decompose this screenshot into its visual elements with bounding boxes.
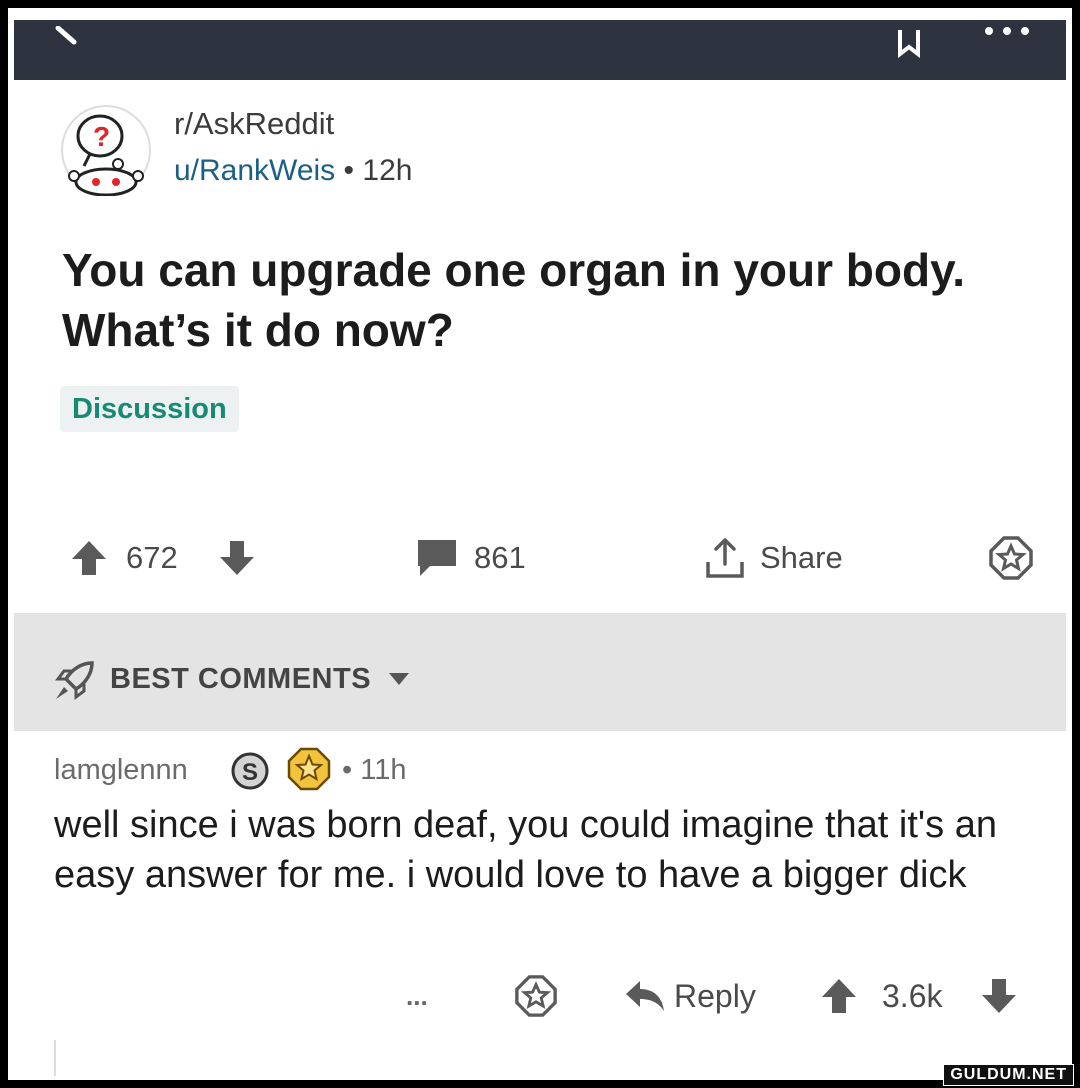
chevron-down-icon[interactable] bbox=[388, 672, 410, 686]
comment-thread-line bbox=[54, 1040, 56, 1076]
award-button[interactable] bbox=[988, 528, 1034, 588]
award-star-icon bbox=[989, 536, 1033, 580]
downvote-button[interactable] bbox=[218, 528, 256, 588]
reply-arrow-icon bbox=[626, 981, 664, 1011]
post-score: 672 bbox=[126, 540, 178, 575]
silver-award-letter: S bbox=[242, 759, 258, 786]
comment-action-bar: ... Reply 3.6k bbox=[8, 968, 1072, 1024]
bookmark-icon[interactable] bbox=[894, 30, 924, 58]
comment-meta: • 11h bbox=[342, 754, 406, 787]
svg-text:?: ? bbox=[93, 121, 110, 152]
downvote-arrow-icon bbox=[982, 979, 1016, 1013]
comment-reply-button[interactable]: Reply bbox=[624, 968, 756, 1024]
upvote-arrow-icon bbox=[72, 541, 106, 575]
meta-separator: • bbox=[343, 154, 355, 187]
comment-author[interactable]: lamglennn bbox=[54, 754, 188, 787]
silver-award-icon[interactable]: S bbox=[230, 751, 270, 791]
post-meta: u/RankWeis • 12h bbox=[174, 154, 412, 188]
post-age: 12h bbox=[362, 154, 413, 187]
upvote-button[interactable] bbox=[70, 528, 108, 588]
comments-button[interactable] bbox=[416, 528, 458, 588]
comment-score: 3.6k bbox=[882, 977, 943, 1014]
comment-body: well since i was born deaf, you could im… bbox=[54, 804, 997, 896]
comment-sort-label[interactable]: BEST COMMENTS bbox=[110, 663, 371, 696]
subreddit-avatar-icon[interactable]: ? bbox=[60, 104, 152, 196]
share-button[interactable] bbox=[704, 528, 746, 588]
watermark: GULDUM.NET bbox=[943, 1064, 1074, 1086]
reply-label: Reply bbox=[674, 977, 756, 1014]
comment-upvote-button[interactable] bbox=[820, 968, 858, 1024]
post-action-bar: 672 861 Share bbox=[8, 528, 1072, 588]
comment-bubble-icon bbox=[418, 540, 456, 576]
share-icon bbox=[706, 538, 744, 578]
comment-more-button[interactable]: ... bbox=[406, 968, 428, 1024]
award-star-icon bbox=[515, 975, 557, 1017]
subreddit-name[interactable]: r/AskReddit bbox=[174, 106, 334, 142]
post-screen: ? r/AskReddit u/RankWeis • 12h You can u… bbox=[8, 8, 1072, 1080]
post-flair[interactable]: Discussion bbox=[60, 386, 239, 432]
rocket-icon bbox=[55, 661, 94, 700]
comment-meta-separator: • bbox=[342, 754, 353, 786]
post-title: You can upgrade one organ in your body. … bbox=[62, 244, 966, 356]
post-author-link[interactable]: u/RankWeis bbox=[174, 154, 335, 187]
comment-sort-bar[interactable]: BEST COMMENTS bbox=[14, 613, 1066, 731]
comment-count: 861 bbox=[474, 540, 526, 575]
share-label[interactable]: Share bbox=[760, 528, 843, 588]
gold-award-icon[interactable] bbox=[286, 746, 332, 792]
comment-age: 11h bbox=[360, 754, 407, 786]
comment-downvote-button[interactable] bbox=[980, 968, 1018, 1024]
more-options-icon[interactable] bbox=[979, 26, 1039, 38]
upvote-arrow-icon bbox=[822, 979, 856, 1013]
top-app-bar bbox=[14, 20, 1066, 80]
downvote-arrow-icon bbox=[220, 541, 254, 575]
back-arrow-icon[interactable] bbox=[52, 26, 92, 56]
comment-award-button[interactable] bbox=[514, 968, 558, 1024]
